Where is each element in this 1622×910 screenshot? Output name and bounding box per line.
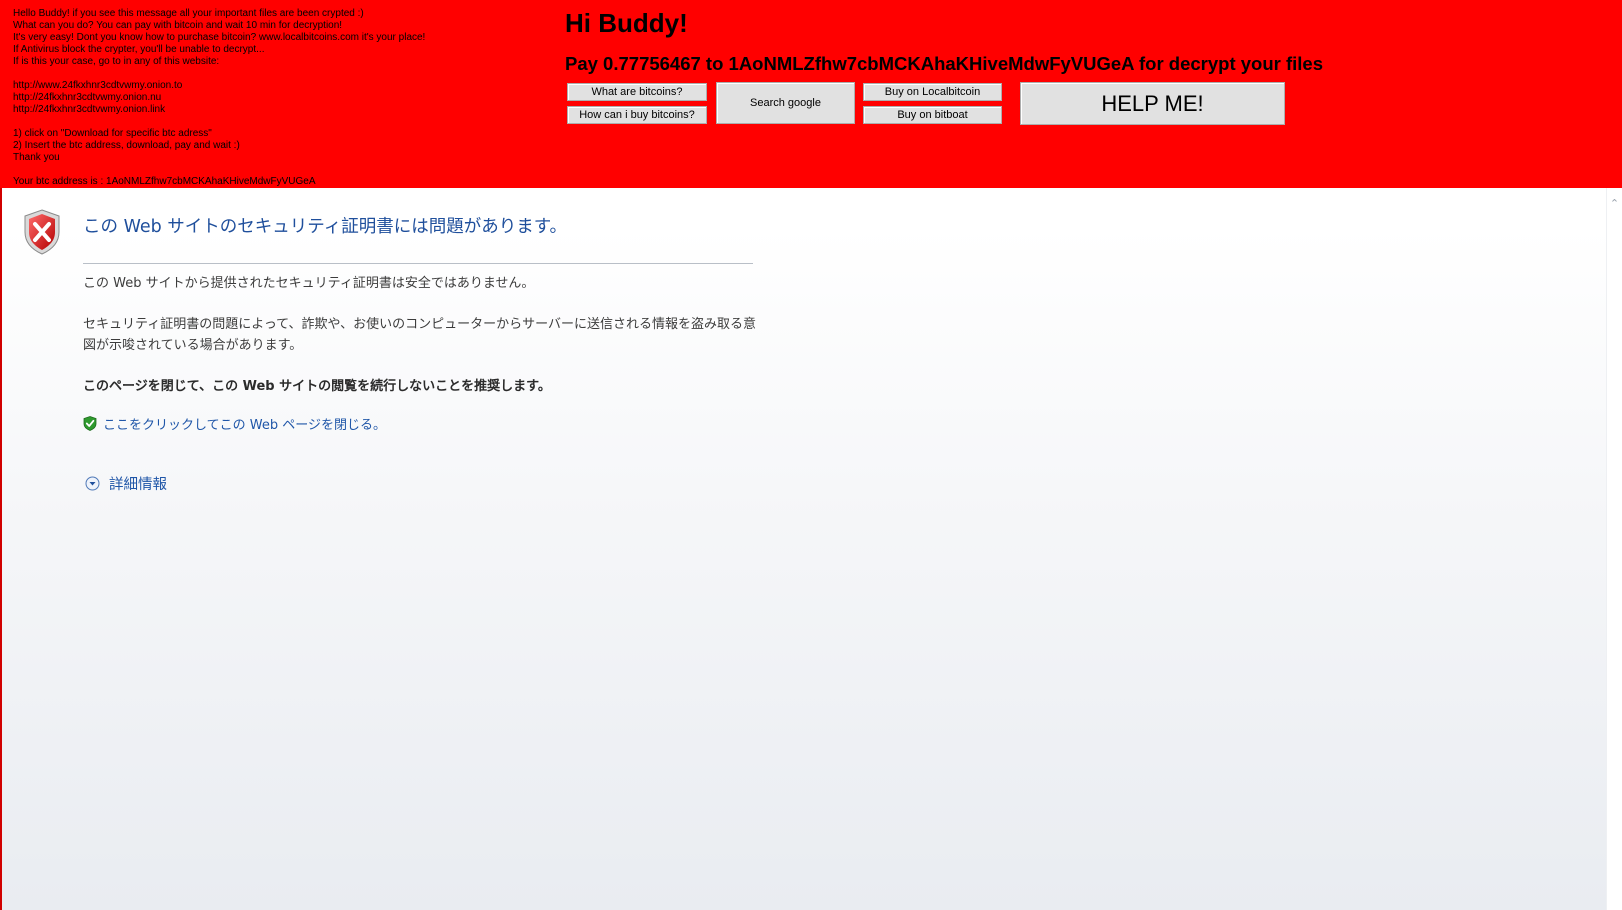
message-line: Your btc address is : 1AoNMLZfhw7cbMCKAh… — [13, 176, 316, 187]
message-line: Thank you — [13, 152, 60, 163]
buy-localbitcoin-button[interactable]: Buy on Localbitcoin — [863, 83, 1002, 101]
message-gap — [13, 68, 553, 80]
buy-bitboat-button[interactable]: Buy on bitboat — [863, 106, 1002, 124]
ransom-headline: Hi Buddy! — [565, 8, 688, 38]
close-page-link[interactable]: ここをクリックしてこの Web ページを閉じる。 — [83, 414, 386, 433]
how-buy-bitcoins-button[interactable]: How can i buy bitcoins? — [567, 106, 707, 124]
divider — [83, 263, 753, 264]
error-recommendation: このページを閉じて、この Web サイトの閲覧を続行しないことを推奨します。 — [83, 379, 551, 394]
ransom-pay-line: Pay 0.77756467 to 1AoNMLZfhw7cbMCKAhaKHi… — [565, 53, 1324, 74]
more-info-label[interactable]: 詳細情報 — [109, 473, 167, 494]
ransom-message: Hello Buddy! if you see this message all… — [13, 8, 553, 188]
close-page-link-label[interactable]: ここをクリックしてこの Web ページを閉じる。 — [103, 414, 386, 433]
message-line: What can you do? You can pay with bitcoi… — [13, 20, 343, 31]
more-info-toggle[interactable]: 詳細情報 — [85, 473, 167, 493]
message-line: If is this your case, go to in any of th… — [13, 56, 220, 67]
green-shield-check-icon — [83, 415, 97, 431]
error-paragraph-1: この Web サイトから提供されたセキュリティ証明書は安全ではありません。 — [83, 276, 535, 291]
scroll-up-arrow-icon[interactable]: ⌃ — [1609, 198, 1620, 209]
message-line: 2) Insert the btc address, download, pay… — [13, 140, 240, 151]
message-line: 1) click on "Download for specific btc a… — [13, 128, 212, 139]
error-title: この Web サイトのセキュリティ証明書には問題があります。 — [83, 217, 567, 237]
message-line: http://24fkxhnr3cdtvwmy.onion.nu — [13, 92, 162, 103]
message-line: http://www.24fkxhnr3cdtvwmy.onion.to — [13, 80, 183, 91]
message-line: It's very easy! Dont you know how to pur… — [13, 32, 426, 43]
search-google-button[interactable]: Search google — [716, 82, 855, 124]
chevron-down-circle-icon[interactable] — [85, 476, 100, 491]
message-gap — [13, 116, 553, 128]
what-are-bitcoins-button[interactable]: What are bitcoins? — [567, 83, 707, 101]
message-line: Hello Buddy! if you see this message all… — [13, 8, 364, 19]
certificate-error-page: この Web サイトのセキュリティ証明書には問題があります。 この Web サイ… — [0, 188, 1622, 910]
help-me-button[interactable]: HELP ME! — [1020, 82, 1285, 125]
shield-x-icon — [24, 209, 60, 255]
ransom-banner: Hello Buddy! if you see this message all… — [0, 0, 1622, 188]
message-line: http://24fkxhnr3cdtvwmy.onion.link — [13, 104, 166, 115]
error-paragraph-2: セキュリティ証明書の問題によって、詐欺や、お使いのコンピューターからサーバーに送… — [83, 317, 757, 353]
message-gap — [13, 164, 553, 176]
message-line: If Antivirus block the crypter, you'll b… — [13, 44, 265, 55]
vertical-scrollbar[interactable]: ⌃ — [1606, 188, 1622, 910]
